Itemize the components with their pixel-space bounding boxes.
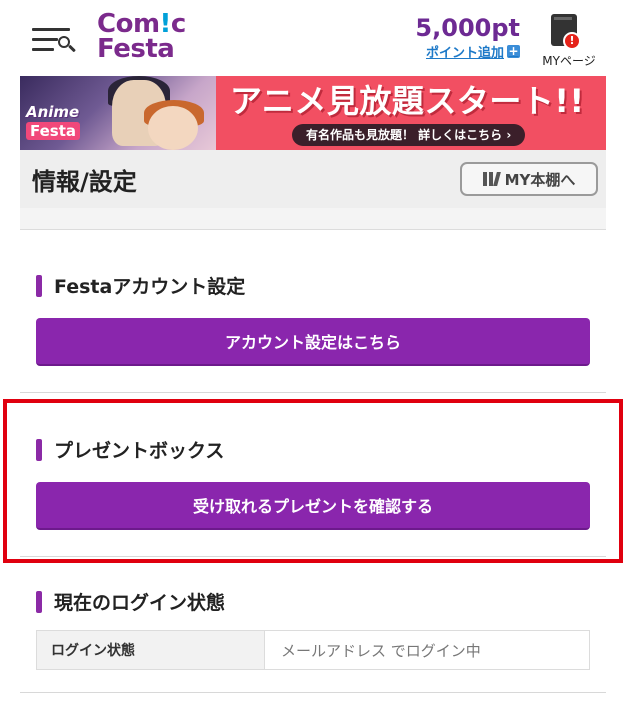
divider — [20, 692, 606, 693]
logo-line2: Festa — [97, 34, 175, 64]
menu-icon — [32, 28, 70, 31]
section-marker — [36, 590, 42, 613]
highlight-frame — [3, 399, 623, 563]
plus-icon: + — [507, 44, 520, 58]
anime-promo-banner[interactable]: Anime Festa アニメ見放題スタート!! 有名作品も見放題！ 詳しくはこ… — [20, 76, 606, 150]
menu-icon — [32, 48, 54, 51]
login-status-table: ログイン状態 メールアドレス でログイン中 — [36, 630, 590, 670]
login-status-label: ログイン状態 — [37, 631, 265, 669]
banner-details-link[interactable]: 有名作品も見放題！ 詳しくはこちら › — [292, 124, 526, 146]
mypage-button[interactable]: ! MYページ — [534, 12, 604, 72]
page-title: 情報/設定 — [32, 168, 137, 196]
menu-search-button[interactable] — [28, 22, 78, 58]
login-status-value: メールアドレス でログイン中 — [265, 631, 589, 669]
account-settings-button[interactable]: アカウント設定はこちら — [36, 318, 590, 366]
anime-festa-logo: Anime Festa — [26, 103, 81, 140]
add-points-link[interactable]: ポイント追加 + — [426, 42, 520, 61]
my-bookshelf-button[interactable]: MY本棚へ — [460, 162, 598, 196]
notification-badge: ! — [563, 32, 581, 50]
section-marker — [36, 274, 42, 297]
comic-festa-logo[interactable]: Com!c Festa — [97, 11, 197, 68]
title-bar: 情報/設定 MY本棚へ — [20, 150, 606, 208]
check-presents-button[interactable]: 受け取れるプレゼントを確認する — [36, 482, 590, 530]
menu-icon — [32, 38, 58, 41]
bookshelf-icon — [482, 172, 501, 186]
banner-headline: アニメ見放題スタート!! — [230, 82, 585, 120]
present-box-heading: プレゼントボックス — [36, 436, 224, 463]
app-header: Com!c Festa 5,000pt ポイント追加 + ! MYページ — [0, 0, 628, 76]
divider — [20, 392, 606, 393]
mypage-label: MYページ — [542, 54, 596, 68]
points-balance: 5,000pt — [415, 14, 520, 42]
divider — [20, 556, 606, 557]
search-icon-handle — [68, 44, 76, 53]
login-status-heading: 現在のログイン状態 — [36, 588, 225, 615]
title-spacer — [20, 208, 606, 230]
section-marker — [36, 438, 42, 461]
account-settings-heading: Festaアカウント設定 — [36, 272, 245, 299]
points-area: 5,000pt ポイント追加 + — [400, 14, 520, 61]
